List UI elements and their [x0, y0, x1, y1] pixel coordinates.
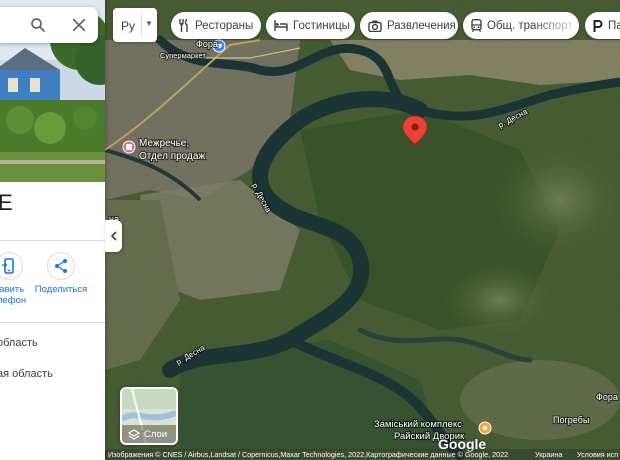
region-line: область [0, 337, 38, 349]
chip-entertainment[interactable]: Развлечения [360, 12, 458, 39]
chevron-left-icon [110, 231, 117, 241]
language-divider [141, 13, 142, 37]
layers-icon [128, 429, 140, 440]
caret-down-icon: ▼ [145, 19, 153, 28]
chip-hotels[interactable]: Гостиницы [266, 12, 355, 39]
attribution-text: Изображения © CNES / Airbus,Landsat / Co… [108, 450, 509, 459]
place-panel: E равить елефон Поделиться область ая об… [0, 0, 105, 460]
map-label-mezhreche: Межречье, [139, 138, 189, 149]
map-label-pogreby: Погребы [553, 415, 589, 425]
panel-divider [0, 240, 105, 241]
transit-icon [471, 19, 482, 32]
layers-button[interactable]: Слои [120, 387, 178, 445]
search-box[interactable] [0, 7, 98, 43]
chip-transit[interactable]: Общ. транспорт [463, 12, 579, 39]
region-line: ая область [0, 368, 53, 380]
language-value: Ру [121, 19, 136, 33]
collapse-panel-button[interactable] [105, 220, 122, 252]
close-icon[interactable] [70, 16, 88, 34]
share-icon [47, 252, 75, 280]
chip-label: Па [608, 19, 620, 32]
send-to-phone-icon [0, 252, 23, 280]
chip-fade [531, 12, 579, 39]
mezhreche-poi[interactable] [122, 140, 136, 154]
parking-icon [593, 19, 603, 32]
panel-divider [0, 322, 105, 323]
restaurant-icon [179, 19, 188, 32]
camera-icon [368, 20, 382, 32]
share-label: Поделиться [34, 284, 88, 295]
layers-label: Слои [144, 429, 168, 440]
chip-parking[interactable]: Па [585, 12, 620, 39]
map-label-complex: Заміський комплекс [374, 419, 462, 430]
place-title: E [0, 190, 13, 215]
hotel-icon [274, 20, 288, 31]
send-to-phone-label-2: елефон [0, 295, 27, 306]
language-select[interactable]: Ру ▼ [113, 8, 157, 42]
map-label-supermarket: Супермаркет [160, 51, 206, 60]
search-icon[interactable] [29, 16, 47, 34]
chip-label: Рестораны [195, 19, 254, 32]
chip-restaurants[interactable]: Рестораны [171, 12, 261, 39]
chip-label: Гостиницы [293, 19, 350, 32]
share-button[interactable]: Поделиться [31, 252, 91, 295]
map-label-fora-right: Фора [596, 392, 618, 402]
attribution-bar: Изображения © CNES / Airbus,Landsat / Co… [105, 449, 620, 460]
chip-label: Развлечения [387, 19, 456, 32]
complex-poi[interactable] [478, 421, 492, 435]
map-label-fora-top: Фора [196, 39, 218, 49]
map-label-sales-office: Отдел продаж [139, 151, 205, 162]
country-label[interactable]: Украина [535, 449, 562, 460]
terms-link[interactable]: Условия исп [577, 449, 618, 460]
